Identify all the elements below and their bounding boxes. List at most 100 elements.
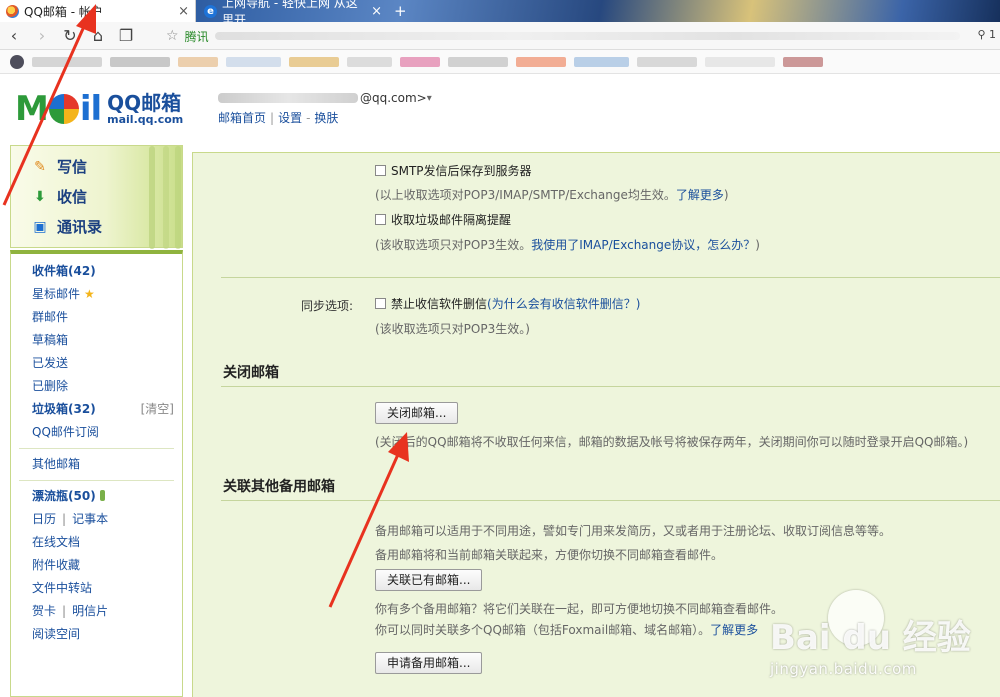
- bookmark-item[interactable]: [110, 56, 170, 67]
- quick-actions-panel: ✎ 写信 ⬇ 收信 ▣ 通讯录: [10, 145, 183, 249]
- forward-button[interactable]: ›: [28, 26, 56, 45]
- bookmark-item[interactable]: [289, 56, 339, 67]
- bookmark-item[interactable]: [226, 56, 281, 67]
- account-email-suffix: @qq.com>: [360, 91, 427, 105]
- bookmark-icon[interactable]: [10, 54, 24, 69]
- bookmarks-bar: [0, 50, 1000, 74]
- close-tab-icon[interactable]: ×: [178, 4, 189, 19]
- folder-list: 收件箱(42) 星标邮件 ★ 群邮件 草稿箱 已发送 已删除 垃圾箱(32) [清空…: [10, 250, 183, 697]
- change-skin-link[interactable]: 换肤: [314, 111, 338, 125]
- spam-isolation-option[interactable]: 收取垃圾邮件隔离提醒: [375, 211, 511, 228]
- bookmark-item[interactable]: [705, 56, 775, 67]
- tab-qq-mail-account[interactable]: QQ邮箱 - 帐户 ×: [0, 0, 196, 22]
- reader-button[interactable]: ❐: [112, 26, 140, 45]
- receive-mail-button[interactable]: ⬇ 收信: [31, 186, 87, 207]
- settings-link[interactable]: 设置: [278, 111, 302, 125]
- divider: [19, 480, 174, 481]
- mailbox-home-link[interactable]: 邮箱首页: [218, 111, 266, 125]
- attachment-favorites-link[interactable]: 附件收藏: [11, 554, 182, 577]
- calendar-link[interactable]: 日历: [32, 512, 56, 526]
- receive-label: 收信: [57, 188, 88, 206]
- browser-favicon-icon: e: [204, 4, 217, 18]
- protocols-hint: (以上收取选项对POP3/IMAP/SMTP/Exchange均生效。了解更多): [375, 188, 729, 202]
- close-tab-icon[interactable]: ×: [371, 4, 382, 19]
- folder-drafts[interactable]: 草稿箱: [11, 329, 182, 352]
- pop3-only-hint: (该收取选项只对POP3生效。我使用了IMAP/Exchange协议，怎么办？): [375, 238, 760, 252]
- sync-hint: (该收取选项只对POP3生效。): [375, 322, 530, 336]
- address-bar[interactable]: ☆ 腾讯: [160, 25, 960, 47]
- compose-label: 写信: [57, 158, 88, 176]
- logo-title: QQ邮箱: [107, 90, 182, 115]
- bookmark-item[interactable]: [574, 56, 629, 67]
- folder-group-mail[interactable]: 群邮件: [11, 306, 182, 329]
- qq-mail-logo[interactable]: Mil QQ邮箱 mail.qq.com: [15, 89, 183, 129]
- reading-space-link[interactable]: 阅读空间: [11, 623, 182, 646]
- folder-drift-bottle[interactable]: 漂流瓶(50): [11, 485, 182, 508]
- bookmark-item[interactable]: [448, 56, 508, 67]
- bookmark-item[interactable]: [400, 56, 440, 67]
- sync-option[interactable]: 禁止收信软件删信(为什么会有收信软件删信？): [375, 295, 640, 312]
- address-url-blurred: [214, 32, 960, 40]
- qq-mail-favicon-icon: [6, 4, 19, 18]
- compose-icon: ✎: [34, 158, 46, 175]
- folder-other-mailboxes[interactable]: 其他邮箱: [11, 453, 182, 476]
- bookmark-item[interactable]: [783, 56, 823, 67]
- browser-tab-bar: QQ邮箱 - 帐户 × e 上网导航 - 轻快上网 从这里开 × +: [0, 0, 1000, 27]
- calendar-notes-row: 日历 | 记事本: [32, 512, 109, 526]
- linked-mailboxes-title: 关联其他备用邮箱: [223, 479, 335, 495]
- contacts-button[interactable]: ▣ 通讯录: [31, 216, 102, 237]
- apply-backup-mailbox-button[interactable]: 申请备用邮箱...: [375, 652, 483, 674]
- header-links: 邮箱首页 | 设置 - 换肤: [218, 111, 339, 125]
- back-button[interactable]: ‹: [0, 26, 28, 45]
- imap-exchange-help-link[interactable]: 我使用了IMAP/Exchange协议，怎么办？: [531, 238, 755, 252]
- bookmark-item[interactable]: [32, 56, 102, 67]
- browser-toolbar: ‹ › ↻ ⌂ ❐ ☆ 腾讯 ⚲ 1: [0, 22, 1000, 50]
- forbid-client-delete-checkbox[interactable]: [375, 298, 386, 309]
- chevron-down-icon[interactable]: ▾: [427, 93, 432, 104]
- baidu-jingyan-watermark: Bai du 经验 jingyan.baidu.com: [770, 590, 995, 690]
- watermark-url: jingyan.baidu.com: [770, 660, 917, 678]
- zoom-indicator[interactable]: ⚲ 1: [977, 28, 996, 41]
- linked-desc-2: 备用邮箱将和当前邮箱关联起来，方便你切换不同邮箱查看邮件。: [375, 548, 724, 562]
- watermark-logo: Bai du 经验: [770, 618, 971, 658]
- account-selector[interactable]: @qq.com> ▾: [218, 91, 432, 105]
- folder-sent[interactable]: 已发送: [11, 352, 182, 375]
- new-tab-button[interactable]: +: [394, 2, 407, 20]
- compose-button[interactable]: ✎ 写信: [31, 156, 87, 177]
- bookmark-item[interactable]: [178, 56, 218, 67]
- contacts-icon: ▣: [33, 218, 47, 235]
- postcards-link[interactable]: 明信片: [72, 604, 108, 618]
- tab-web-navigation[interactable]: e 上网导航 - 轻快上网 从这里开 ×: [198, 0, 388, 27]
- bookmark-item[interactable]: [347, 56, 392, 67]
- home-button[interactable]: ⌂: [84, 26, 112, 45]
- folder-spam[interactable]: 垃圾箱(32) [清空]: [11, 398, 182, 421]
- why-client-delete-link[interactable]: (为什么会有收信软件删信？): [487, 297, 640, 311]
- close-mailbox-button[interactable]: 关闭邮箱...: [375, 402, 459, 424]
- learn-more-link[interactable]: 了解更多: [710, 623, 758, 637]
- spam-isolation-checkbox[interactable]: [375, 214, 386, 225]
- zoom-value: 1: [989, 28, 996, 41]
- bookmark-item[interactable]: [637, 56, 697, 67]
- logo-url: mail.qq.com: [107, 112, 184, 126]
- divider: [19, 448, 174, 449]
- folder-inbox[interactable]: 收件箱(42): [11, 260, 182, 283]
- file-transfer-link[interactable]: 文件中转站: [11, 577, 182, 600]
- notes-link[interactable]: 记事本: [72, 512, 108, 526]
- folder-deleted[interactable]: 已删除: [11, 375, 182, 398]
- close-mailbox-title: 关闭邮箱: [223, 365, 279, 381]
- folder-starred[interactable]: 星标邮件 ★: [11, 283, 182, 306]
- clear-spam-link[interactable]: [清空]: [141, 398, 174, 421]
- greeting-cards-link[interactable]: 贺卡: [32, 604, 56, 618]
- bookmark-star-icon[interactable]: ☆: [166, 28, 179, 44]
- reload-button[interactable]: ↻: [56, 26, 84, 45]
- link-existing-mailbox-button[interactable]: 关联已有邮箱...: [375, 569, 483, 591]
- smtp-save-checkbox[interactable]: [375, 165, 386, 176]
- divider: [221, 386, 1000, 387]
- learn-more-link[interactable]: 了解更多: [676, 188, 724, 202]
- online-docs-link[interactable]: 在线文档: [11, 531, 182, 554]
- bookmark-item[interactable]: [516, 56, 566, 67]
- linked-desc-1: 备用邮箱可以适用于不同用途，譬如专门用来发简历，又或者用于注册论坛、收取订阅信息…: [375, 524, 892, 538]
- smtp-save-option[interactable]: SMTP发信后保存到服务器: [375, 162, 532, 179]
- folder-subscriptions[interactable]: QQ邮件订阅: [11, 421, 182, 444]
- star-icon: ★: [84, 287, 95, 301]
